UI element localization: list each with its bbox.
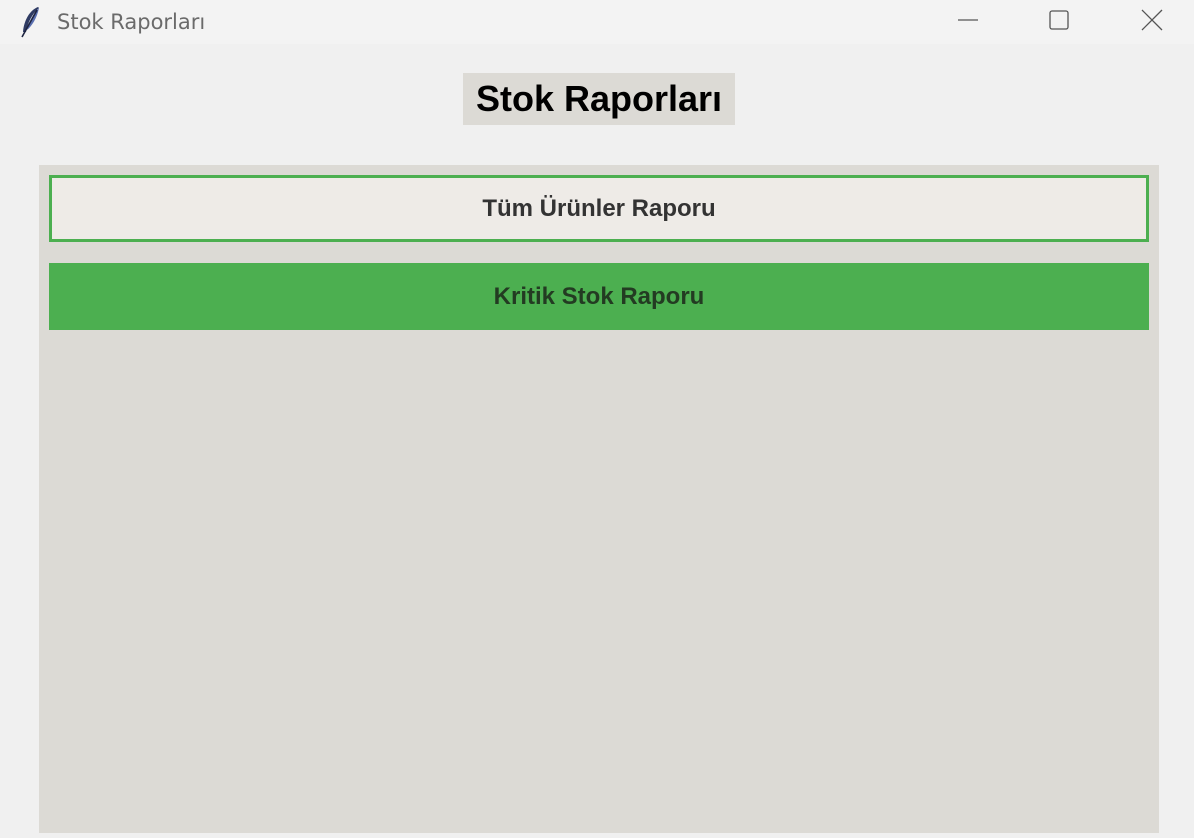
app-window: Stok Raporları Stok Raporları Tüm Ürünle…	[0, 0, 1194, 838]
maximize-button[interactable]	[1029, 0, 1089, 44]
maximize-icon	[1048, 9, 1070, 36]
report-panel: Tüm Ürünler Raporu Kritik Stok Raporu	[39, 165, 1159, 833]
title-bar[interactable]: Stok Raporları	[0, 0, 1194, 44]
page-title: Stok Raporları	[463, 73, 735, 125]
all-products-report-button[interactable]: Tüm Ürünler Raporu	[49, 175, 1149, 242]
minimize-icon	[957, 9, 979, 36]
critical-stock-report-button[interactable]: Kritik Stok Raporu	[49, 263, 1149, 330]
feather-icon	[20, 6, 42, 38]
window-title: Stok Raporları	[57, 10, 206, 34]
close-button[interactable]	[1122, 0, 1182, 44]
minimize-button[interactable]	[938, 0, 998, 44]
close-icon	[1140, 8, 1164, 37]
